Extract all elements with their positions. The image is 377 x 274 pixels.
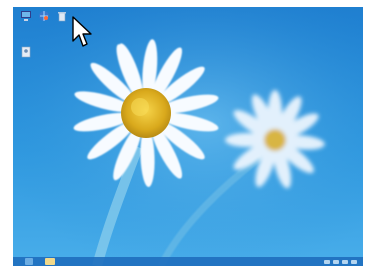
user-files-icon[interactable]: [17, 46, 35, 70]
wallpaper-daisy: [13, 7, 363, 266]
clock-icon[interactable]: [351, 259, 357, 264]
taskbar: [13, 257, 363, 266]
globe-glyph-icon: [39, 11, 49, 21]
network-status-icon[interactable]: [333, 259, 339, 264]
folder-glyph-icon: [21, 46, 31, 58]
system-tray: [324, 259, 357, 264]
this-pc-icon[interactable]: [17, 10, 35, 34]
start-button[interactable]: [25, 258, 33, 265]
computer-glyph-icon: [21, 11, 31, 21]
file-explorer-button[interactable]: [45, 258, 55, 265]
desktop-screen: [13, 7, 363, 266]
recycle-bin-icon[interactable]: [53, 10, 71, 34]
mouse-pointer-icon: [72, 16, 92, 47]
flag-icon[interactable]: [324, 259, 330, 264]
volume-icon[interactable]: [342, 259, 348, 264]
bin-glyph-icon: [58, 12, 66, 22]
network-icon[interactable]: [35, 10, 53, 34]
